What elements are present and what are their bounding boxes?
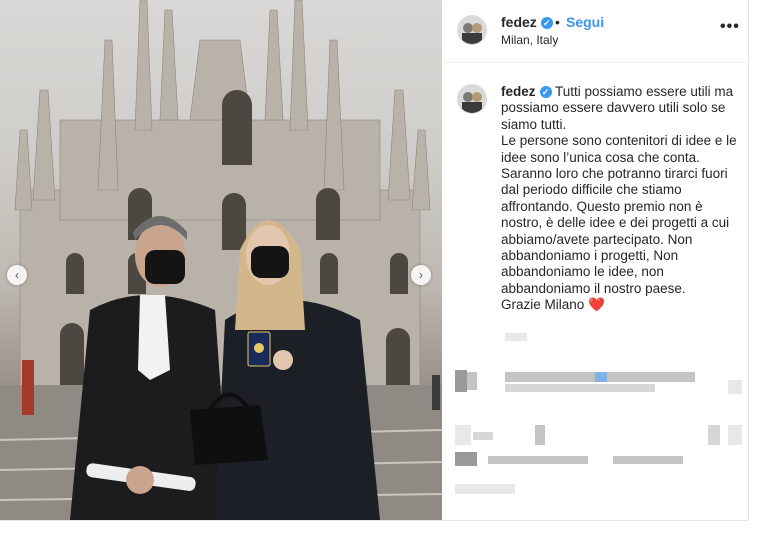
post-photo[interactable]: ‹ ›	[0, 0, 442, 520]
post-caption: fedez ✓ Tutti possiamo essere utili ma po…	[501, 84, 741, 314]
blurred-block	[505, 333, 527, 341]
blurred-avatar	[467, 372, 477, 390]
caption-avatar[interactable]	[457, 84, 487, 114]
blurred-block	[455, 484, 515, 494]
caption-first-paragraph: fedez ✓ Tutti possiamo essere utili ma po…	[501, 84, 741, 133]
location-link[interactable]: Milan, Italy	[501, 33, 558, 47]
previous-photo-button[interactable]: ‹	[7, 265, 27, 285]
caption-username[interactable]: fedez	[501, 84, 536, 99]
instagram-post: ‹ › fedez ✓ • Segui Milan, Italy ••• fed…	[0, 0, 749, 521]
photo-illustration	[0, 0, 442, 520]
blurred-block	[488, 456, 588, 464]
verified-badge-icon: ✓	[540, 17, 553, 29]
blurred-avatar	[455, 452, 477, 466]
more-options-icon[interactable]: •••	[720, 18, 740, 36]
caption-text-2: Le persone sono contenitori di idee e le…	[501, 133, 737, 296]
avatar[interactable]	[457, 15, 487, 45]
blurred-block	[607, 372, 695, 382]
blurred-block	[535, 425, 545, 445]
blurred-block	[728, 380, 742, 394]
blurred-block	[728, 425, 742, 445]
verified-badge-icon: ✓	[539, 86, 552, 98]
username-link[interactable]: fedez ✓	[501, 14, 553, 30]
caption-closing: Grazie Milano ❤️	[501, 297, 741, 313]
post-side-panel: fedez ✓ • Segui Milan, Italy ••• fedez ✓ T…	[443, 0, 748, 520]
blurred-block	[595, 372, 607, 382]
heart-icon: ❤️	[588, 297, 605, 313]
chevron-left-icon: ‹	[15, 268, 19, 282]
separator-dot: •	[555, 14, 560, 30]
blurred-avatar	[455, 370, 467, 392]
blurred-block	[505, 384, 655, 392]
post-header: fedez ✓ • Segui Milan, Italy •••	[443, 0, 748, 63]
blurred-block	[455, 425, 471, 445]
username-text: fedez	[501, 14, 537, 30]
follow-button[interactable]: Segui	[566, 14, 604, 30]
chevron-right-icon: ›	[419, 268, 423, 282]
blurred-block	[473, 432, 493, 440]
avatar-image	[458, 16, 486, 44]
next-photo-button[interactable]: ›	[411, 265, 431, 285]
blurred-block	[505, 372, 595, 382]
blurred-block	[708, 425, 720, 445]
avatar-image	[458, 85, 486, 113]
blurred-block	[613, 456, 683, 464]
caption-text-3: Grazie Milano	[501, 297, 585, 313]
